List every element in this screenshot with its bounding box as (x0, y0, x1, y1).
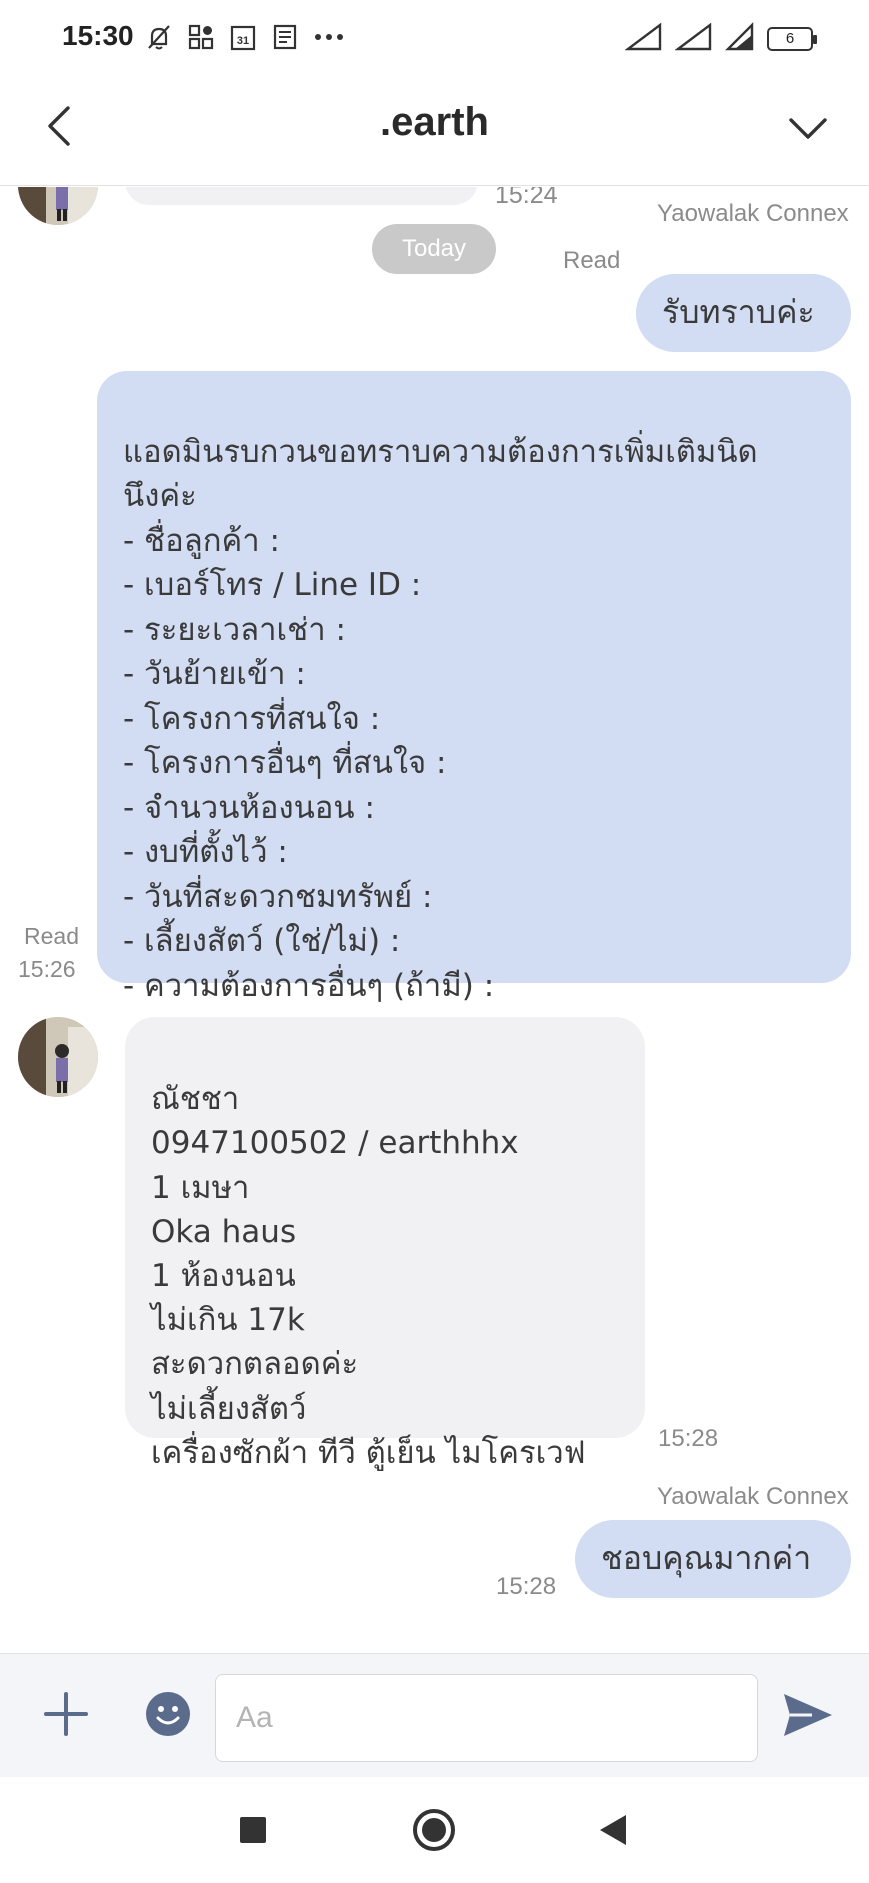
message-text: แอดมินรบกวนขอทราบความต้องการเพิ่มเติมนิด… (123, 433, 758, 1004)
read-receipt: Read (563, 247, 621, 274)
system-nav-bar (0, 1777, 869, 1883)
sender-name: Yaowalak Connex (657, 200, 849, 227)
sender-name: Yaowalak Connex (657, 1483, 849, 1510)
news-icon (270, 22, 300, 56)
message-text: ชอบคุณมากค่า (601, 1539, 812, 1577)
calendar-31-icon: 31 (228, 22, 258, 56)
send-icon[interactable] (778, 1686, 836, 1744)
plus-icon[interactable] (38, 1686, 94, 1742)
message-input-bar (0, 1653, 869, 1777)
chat-title: .earth (380, 100, 489, 144)
status-time: 15:30 (62, 20, 134, 51)
battery-icon: 6 (767, 27, 817, 51)
wifi-signal-icon (725, 22, 755, 56)
battery-level: 6 (785, 30, 795, 47)
message-text: ณัชชา 0947100502 / earthhhx 1 เมษา Oka h… (151, 1081, 586, 1471)
home-icon[interactable] (409, 1805, 459, 1855)
message-text: รับทราบค่ะ (662, 293, 815, 331)
emoji-icon[interactable] (142, 1688, 194, 1740)
message-bubble[interactable]: แอดมินรบกวนขอทราบความต้องการเพิ่มเติมนิด… (97, 371, 851, 1004)
apps-icon (186, 22, 216, 56)
avatar[interactable] (18, 187, 98, 225)
avatar[interactable] (18, 1017, 98, 1097)
status-icons: 31 (144, 22, 346, 56)
message-time: 15:24 (495, 187, 558, 209)
message-time: 15:26 (18, 956, 76, 982)
message-time: 15:28 (658, 1425, 719, 1452)
message-time: 15:28 (496, 1573, 557, 1600)
svg-text:31: 31 (237, 35, 249, 47)
status-right: 6 (624, 22, 817, 56)
date-divider: Today (372, 224, 496, 274)
message-bubble[interactable]: ชอบคุณมากค่า (575, 1520, 851, 1598)
message-bubble[interactable]: รับทราบค่ะ (636, 274, 851, 352)
back-triangle-icon[interactable] (588, 1805, 638, 1855)
message-bubble[interactable] (125, 187, 478, 205)
recent-apps-icon[interactable] (228, 1805, 278, 1855)
signal-icon (624, 22, 663, 56)
signal-icon (674, 22, 713, 56)
message-bubble[interactable]: ณัชชา 0947100502 / earthhhx 1 เมษา Oka h… (125, 1017, 645, 1471)
message-input[interactable] (215, 1674, 758, 1762)
status-bar: 15:30 31 6 (0, 0, 869, 80)
more-dots-icon (312, 22, 346, 56)
chevron-down-icon[interactable] (783, 104, 833, 154)
mute-bell-icon (144, 22, 174, 56)
read-receipt: Read (24, 923, 79, 949)
chat-header: .earth (0, 80, 869, 186)
chat-area[interactable]: 15:24 Today Yaowalak Connex Read รับทราบ… (0, 187, 869, 1653)
